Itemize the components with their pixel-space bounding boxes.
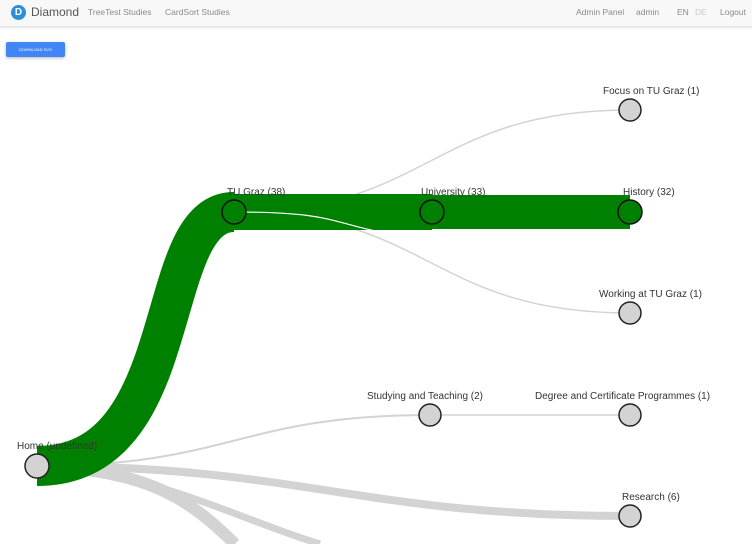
svg-text:Home (undefined): Home (undefined) bbox=[17, 441, 97, 452]
svg-text:Focus on TU Graz (1): Focus on TU Graz (1) bbox=[603, 86, 700, 97]
svg-text:History (32): History (32) bbox=[623, 187, 675, 198]
svg-text:TU Graz (38): TU Graz (38) bbox=[227, 187, 285, 198]
node-focus-on-tu-graz[interactable]: Focus on TU Graz (1) bbox=[603, 86, 700, 122]
svg-text:Research (6): Research (6) bbox=[622, 492, 680, 503]
svg-text:University (33): University (33) bbox=[421, 187, 485, 198]
node-working-at-tu-graz[interactable]: Working at TU Graz (1) bbox=[599, 289, 702, 325]
svg-text:Studying and Teaching (2): Studying and Teaching (2) bbox=[367, 391, 483, 402]
svg-text:Working at TU Graz (1): Working at TU Graz (1) bbox=[599, 289, 702, 300]
svg-text:Degree and Certificate Program: Degree and Certificate Programmes (1) bbox=[535, 391, 710, 402]
node-degree-and-certificate-programmes[interactable]: Degree and Certificate Programmes (1) bbox=[535, 391, 710, 427]
node-research[interactable]: Research (6) bbox=[618, 492, 680, 528]
node-history[interactable]: History (32) bbox=[617, 187, 675, 225]
node-studying-and-teaching[interactable]: Studying and Teaching (2) bbox=[367, 391, 483, 427]
link-home-tugraz bbox=[35, 192, 237, 486]
tree-diagram: Home (undefined) TU Graz (38) University… bbox=[17, 86, 710, 544]
